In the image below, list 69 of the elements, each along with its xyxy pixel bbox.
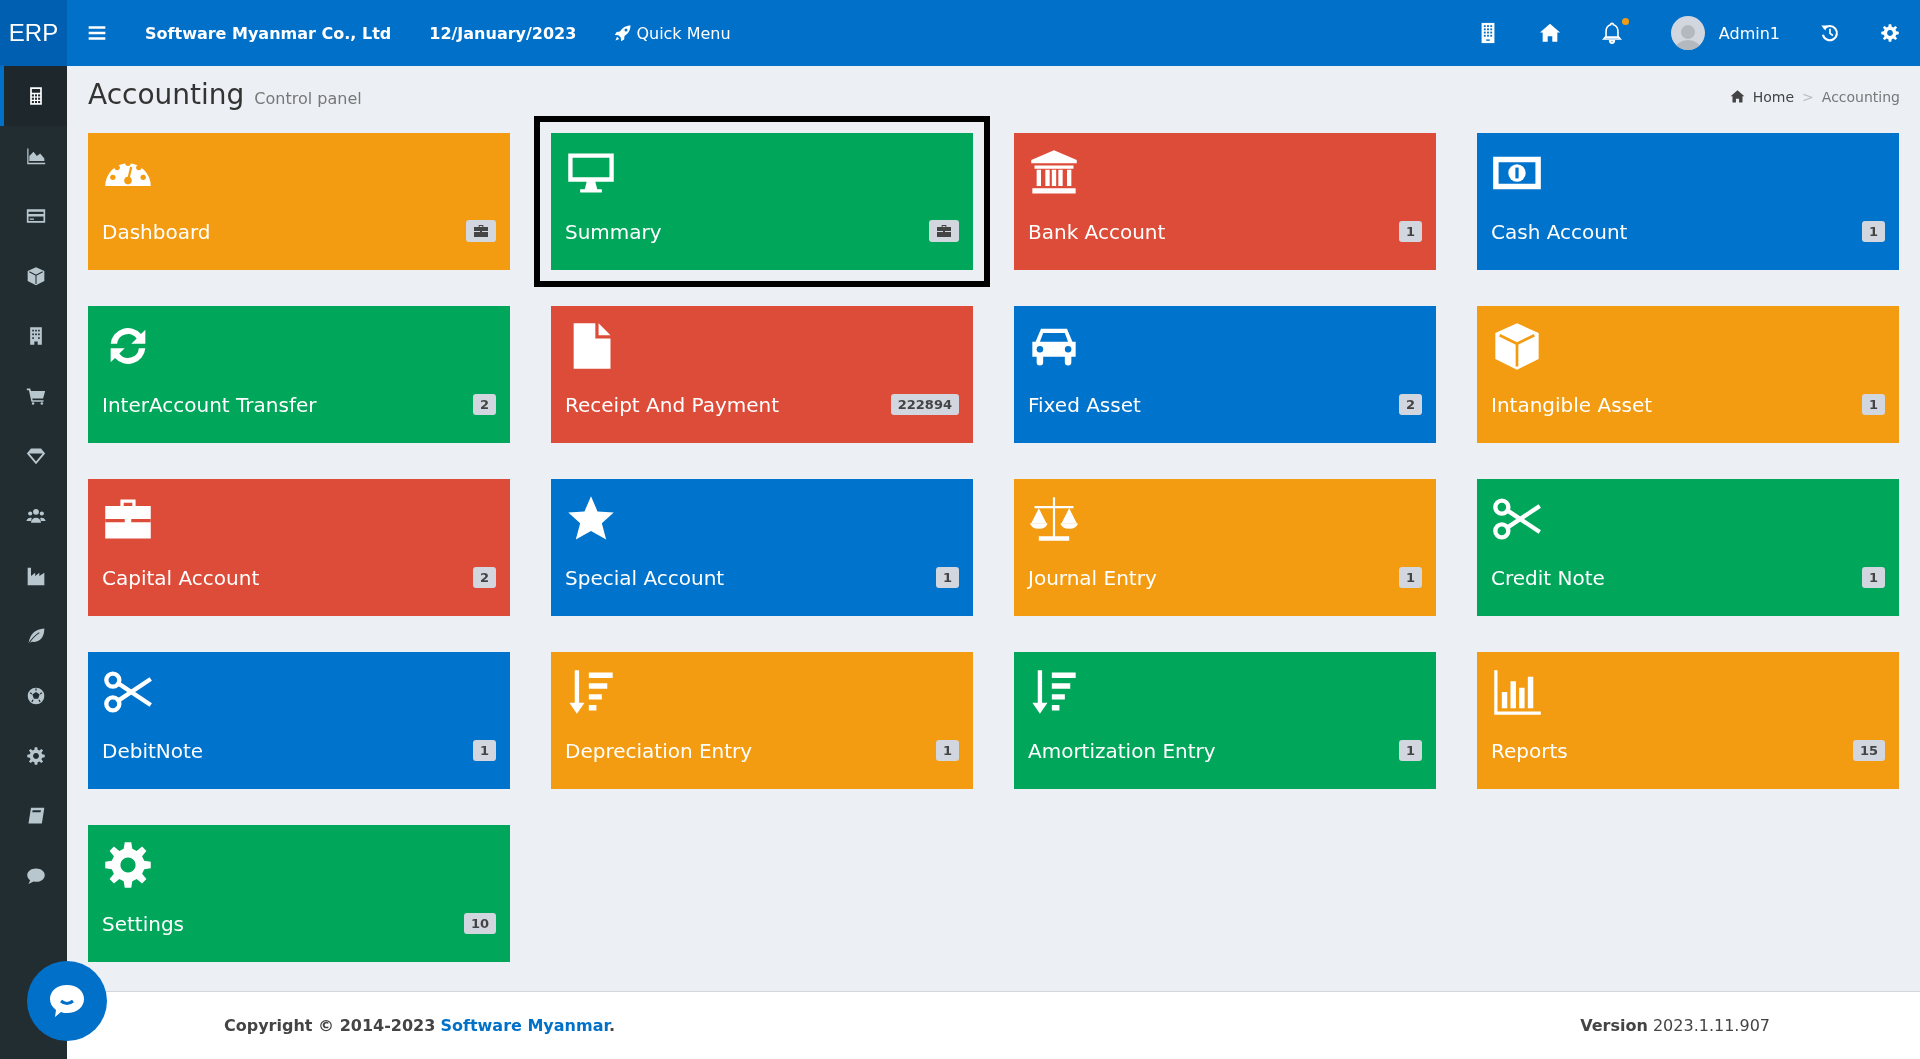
tile-label: InterAccount Transfer — [102, 393, 317, 417]
version-text: Version 2023.1.11.907 — [1580, 1016, 1770, 1035]
leaf-icon — [25, 626, 46, 646]
settings-icon — [1880, 23, 1900, 43]
home-icon — [1729, 89, 1745, 104]
company-link[interactable]: Software Myanmar — [440, 1016, 610, 1035]
ball-icon — [25, 686, 46, 706]
tile-label: Credit Note — [1491, 566, 1605, 590]
company-name: Software Myanmar Co., Ltd — [145, 23, 392, 43]
notification-icon — [1600, 22, 1623, 44]
count-badge: 1 — [1861, 567, 1885, 588]
settings-icon — [102, 839, 154, 891]
users-icon — [25, 506, 46, 526]
count-badge: 2 — [1398, 394, 1422, 415]
count-badge: 1 — [1861, 221, 1885, 242]
quick-menu-link[interactable]: Quick Menu — [614, 23, 731, 43]
user-name[interactable]: Admin1 — [1718, 23, 1780, 43]
cart-icon — [25, 386, 46, 406]
count-badge: 15 — [1852, 740, 1885, 761]
count-badge: 1 — [1398, 740, 1422, 761]
area-chart-icon — [25, 146, 46, 166]
count-badge: 1 — [1861, 394, 1885, 415]
menu-icon — [87, 23, 107, 43]
page-subtitle: Control panel — [254, 89, 362, 108]
factory-icon — [25, 566, 46, 586]
tile-label: Capital Account — [102, 566, 260, 590]
count-badge: 2 — [472, 567, 496, 588]
count-badge: 1 — [935, 567, 959, 588]
briefcase-icon — [473, 223, 489, 239]
tile-label: Journal Entry — [1028, 566, 1157, 590]
tile-label: DebitNote — [102, 739, 204, 763]
settings-icon — [25, 746, 46, 766]
count-badge: 10 — [463, 913, 496, 934]
count-badge: 1 — [1398, 221, 1422, 242]
rocket-icon — [614, 24, 633, 42]
tile-label: Special Account — [565, 566, 725, 590]
breadcrumb-item: Accounting — [1821, 88, 1900, 105]
tile-label: Amortization Entry — [1028, 739, 1216, 763]
count-badge: 1 — [1398, 567, 1422, 588]
briefcase-icon — [936, 223, 952, 239]
chat-icon — [25, 866, 46, 886]
tile-label: Receipt And Payment — [565, 393, 780, 417]
breadcrumb-item[interactable]: Home — [1752, 88, 1795, 105]
current-date: 12/January/2023 — [429, 23, 577, 43]
cube-icon — [25, 266, 46, 286]
home-icon — [1538, 22, 1561, 44]
tile-label: Fixed Asset — [1028, 393, 1141, 417]
tile-label: Bank Account — [1028, 220, 1166, 244]
book-icon — [25, 806, 46, 826]
count-badge: 2 — [472, 394, 496, 415]
tile-label: Depreciation Entry — [565, 739, 753, 763]
tile-label: Summary — [565, 220, 662, 244]
tile-label: Settings — [102, 912, 185, 936]
tile-label: Reports — [1491, 739, 1568, 763]
credit-card-icon — [25, 206, 46, 226]
tile-label: Dashboard — [102, 220, 211, 244]
tile-label: Intangible Asset — [1491, 393, 1653, 417]
history-icon — [1820, 23, 1840, 43]
copyright-text: Copyright © 2014-2023 Software Myanmar. — [224, 1016, 616, 1035]
page-title: Accounting — [88, 78, 245, 111]
count-badge: 222894 — [890, 394, 959, 415]
count-badge: 1 — [472, 740, 496, 761]
tile-label: Cash Account — [1491, 220, 1628, 244]
diamond-icon — [25, 446, 46, 466]
app-logo[interactable]: ERP — [0, 0, 67, 66]
user-avatar[interactable] — [1670, 16, 1705, 50]
breadcrumb-separator: > — [1802, 88, 1814, 105]
count-badge: 1 — [935, 740, 959, 761]
sidebar-item[interactable] — [0, 66, 67, 126]
